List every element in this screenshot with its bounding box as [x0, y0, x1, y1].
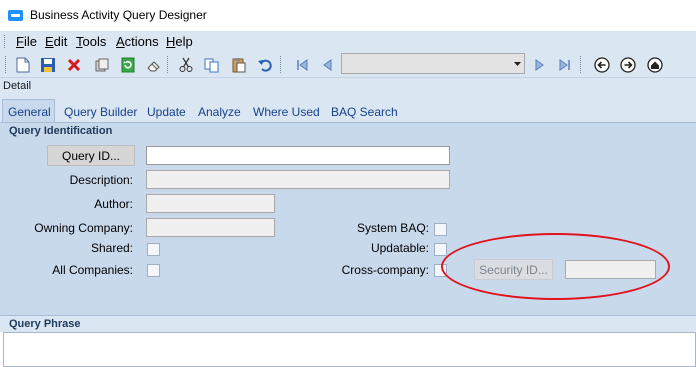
app-icon	[8, 10, 23, 21]
tab-label: General	[8, 105, 51, 119]
chevron-down-icon[interactable]	[510, 54, 524, 73]
description-field[interactable]	[146, 170, 450, 189]
description-label: Description:	[69, 173, 133, 187]
section-title-query-phrase: Query Phrase	[9, 318, 81, 330]
section-title-query-identification: Query Identification	[9, 125, 113, 137]
updatable-label: Updatable:	[370, 241, 429, 255]
detail-label: Detail	[3, 80, 32, 92]
cut-icon[interactable]	[176, 55, 195, 74]
title-bar: Business Activity Query Designer	[0, 0, 696, 31]
system-baq-label: System BAQ:	[356, 221, 429, 235]
query-id-button[interactable]: Query ID...	[47, 145, 135, 166]
shared-checkbox[interactable]	[147, 243, 160, 256]
toolbar-separator	[167, 56, 170, 73]
paste-copy-icon[interactable]	[202, 55, 221, 74]
new-icon[interactable]	[13, 55, 32, 74]
save-icon[interactable]	[38, 55, 57, 74]
menu-tools[interactable]: Tools	[76, 34, 106, 49]
record-navigator-combo[interactable]	[341, 53, 525, 74]
query-phrase-textarea[interactable]	[3, 332, 696, 367]
toolbar-separator	[580, 56, 583, 73]
delete-icon[interactable]	[64, 55, 83, 74]
owning-company-label: Owning Company:	[34, 221, 133, 235]
home-icon[interactable]	[645, 55, 664, 74]
last-record-icon[interactable]	[555, 55, 574, 74]
toolbar-separator	[280, 56, 283, 73]
first-record-icon[interactable]	[292, 55, 311, 74]
forward-icon[interactable]	[618, 55, 637, 74]
previous-record-icon[interactable]	[317, 55, 336, 74]
back-icon[interactable]	[592, 55, 611, 74]
detail-header: Detail	[0, 78, 696, 95]
refresh-icon[interactable]	[118, 55, 137, 74]
menu-bar: File Edit Tools Actions Help	[0, 31, 696, 51]
copy-icon[interactable]	[92, 55, 111, 74]
tab-baq-search[interactable]: BAQ Search	[331, 105, 398, 119]
menu-help[interactable]: Help	[166, 34, 193, 49]
tab-analyze[interactable]: Analyze	[198, 105, 241, 119]
shared-label: Shared:	[90, 241, 133, 255]
menu-grip-icon[interactable]	[4, 35, 7, 48]
menu-actions[interactable]: Actions	[116, 34, 159, 49]
tab-query-builder[interactable]: Query Builder	[64, 105, 137, 119]
query-id-field[interactable]	[146, 146, 450, 165]
annotation-highlight-ellipse	[441, 233, 670, 300]
cross-company-label: Cross-company:	[341, 263, 429, 277]
owning-company-field[interactable]	[146, 218, 275, 237]
all-companies-label: All Companies:	[52, 263, 133, 277]
menu-file[interactable]: File	[16, 34, 37, 49]
tab-where-used[interactable]: Where Used	[253, 105, 320, 119]
clear-icon[interactable]	[144, 55, 163, 74]
paste-icon[interactable]	[229, 55, 248, 74]
all-companies-checkbox[interactable]	[147, 264, 160, 277]
window-title: Business Activity Query Designer	[30, 8, 207, 22]
tab-strip: General Query Builder Update Analyze Whe…	[0, 95, 696, 123]
author-field[interactable]	[146, 194, 275, 213]
undo-icon[interactable]	[255, 55, 274, 74]
menu-edit[interactable]: Edit	[45, 34, 67, 49]
updatable-checkbox[interactable]	[434, 243, 447, 256]
query-phrase-header: Query Phrase	[0, 315, 696, 332]
toolbar-grip-icon[interactable]	[5, 56, 8, 73]
author-label: Author:	[94, 197, 133, 211]
system-baq-checkbox[interactable]	[434, 223, 447, 236]
tab-general[interactable]: General	[2, 99, 55, 123]
tab-update[interactable]: Update	[147, 105, 186, 119]
next-record-icon[interactable]	[530, 55, 549, 74]
